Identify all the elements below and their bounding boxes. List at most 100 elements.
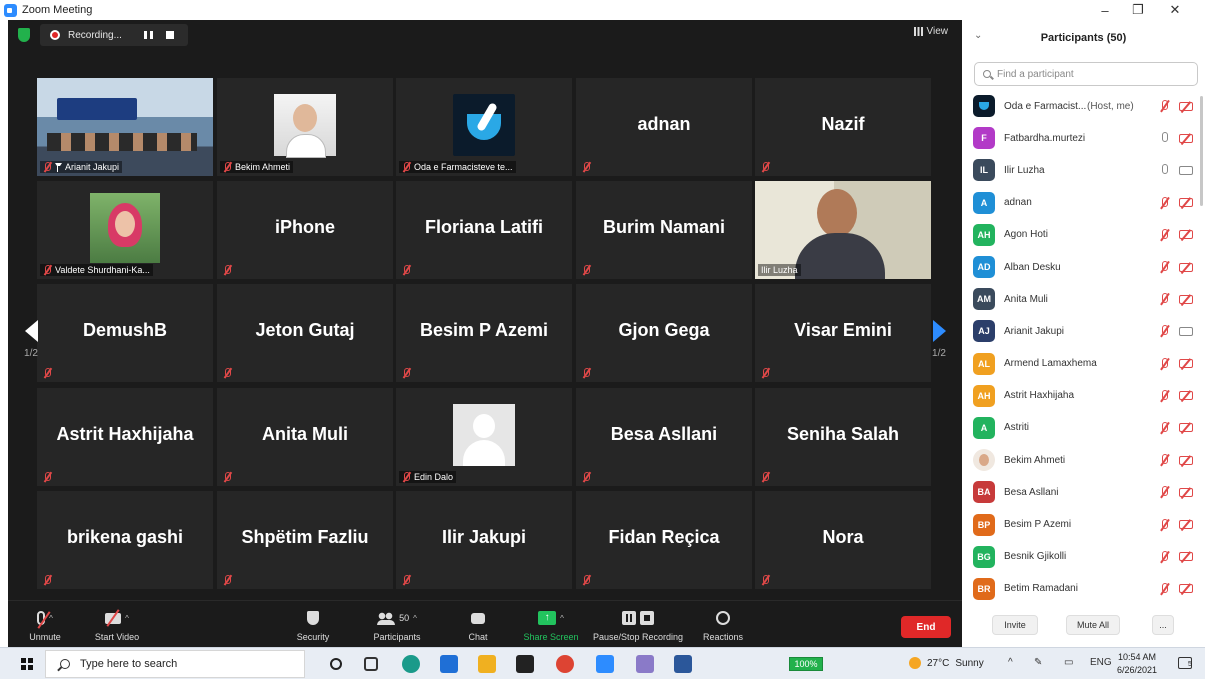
mail-icon[interactable] — [440, 655, 458, 673]
participants-scrollbar[interactable] — [1200, 96, 1203, 206]
video-off-icon[interactable] — [1179, 584, 1193, 594]
chevron-up-icon[interactable]: ^ — [125, 614, 129, 623]
video-off-icon[interactable] — [1179, 359, 1193, 369]
system-clock[interactable]: 10:54 AM 6/26/2021 — [1117, 651, 1157, 677]
video-off-icon[interactable] — [1179, 552, 1193, 562]
unmute-button[interactable]: ^ Unmute — [20, 607, 70, 647]
video-off-icon[interactable] — [1179, 294, 1193, 304]
participant-row[interactable]: AH Agon Hoti — [962, 219, 1205, 251]
weather-widget[interactable]: 27°C Sunny — [909, 657, 984, 669]
mute-all-button[interactable]: Mute All — [1066, 615, 1120, 635]
start-video-button[interactable]: ^ Start Video — [86, 607, 148, 647]
video-tile[interactable]: DemushB — [37, 284, 213, 382]
participant-row[interactable]: BG Besnik Gjikolli — [962, 541, 1205, 573]
edge-browser-icon[interactable] — [402, 655, 420, 673]
video-tile[interactable]: Floriana Latifi — [396, 181, 572, 279]
taskbar-search-input[interactable] — [80, 658, 280, 670]
microphone-muted-icon[interactable] — [1161, 196, 1169, 209]
battery-indicator[interactable]: 100% — [789, 657, 823, 671]
participant-row[interactable]: AL Armend Lamaxhema — [962, 348, 1205, 380]
video-tile[interactable]: Valdete Shurdhani-Ka... — [37, 181, 213, 279]
tray-chevron-up-icon[interactable]: ^ — [1008, 657, 1013, 668]
video-tile[interactable]: iPhone — [217, 181, 393, 279]
participant-row[interactable]: BP Besim P Azemi — [962, 508, 1205, 540]
pause-stop-recording-button[interactable]: Pause/Stop Recording — [588, 607, 688, 647]
video-tile[interactable]: brikena gashi — [37, 491, 213, 589]
reactions-button[interactable]: Reactions — [700, 607, 746, 647]
microphone-muted-icon[interactable] — [1161, 421, 1169, 434]
video-tile[interactable]: Burim Namani — [576, 181, 752, 279]
video-icon[interactable] — [1179, 326, 1193, 336]
participants-button[interactable]: 50 ^ Participants — [368, 607, 426, 647]
participant-row[interactable]: AD Alban Desku — [962, 251, 1205, 283]
video-off-icon[interactable] — [1179, 133, 1193, 143]
participant-row[interactable]: F Fatbardha.murtezi — [962, 122, 1205, 154]
close-button[interactable]: ✕ — [1160, 0, 1190, 20]
view-button[interactable]: View — [913, 26, 948, 37]
participant-row[interactable]: Bekim Ahmeti — [962, 444, 1205, 476]
language-indicator[interactable]: ENG — [1090, 657, 1112, 668]
chevron-down-icon[interactable]: ⌄ — [974, 30, 982, 41]
video-tile[interactable]: Fidan Reçica — [576, 491, 752, 589]
video-tile[interactable]: Ilir Jakupi — [396, 491, 572, 589]
next-page-button[interactable]: 1/2 — [924, 300, 954, 370]
video-off-icon[interactable] — [1179, 262, 1193, 272]
video-tile[interactable]: Gjon Gega — [576, 284, 752, 382]
video-tile[interactable]: Besim P Azemi — [396, 284, 572, 382]
microphone-muted-icon[interactable] — [1161, 486, 1169, 498]
windows-start-icon[interactable] — [21, 658, 33, 670]
video-off-icon[interactable] — [1179, 391, 1193, 401]
invite-button[interactable]: Invite — [992, 615, 1038, 635]
microphone-muted-icon[interactable] — [1161, 550, 1169, 563]
taskbar-search-box[interactable] — [45, 650, 305, 678]
store-icon[interactable] — [516, 655, 534, 673]
microphone-muted-icon[interactable] — [1161, 293, 1169, 305]
microphone-muted-icon[interactable] — [1161, 261, 1169, 273]
video-off-icon[interactable] — [1179, 455, 1193, 465]
video-tile[interactable]: Besa Asllani — [576, 388, 752, 486]
video-tile[interactable]: Astrit Haxhijaha — [37, 388, 213, 486]
video-tile[interactable]: Nazif — [755, 78, 931, 176]
task-view-icon[interactable] — [364, 657, 378, 671]
video-tile[interactable]: Jeton Gutaj — [217, 284, 393, 382]
share-screen-button[interactable]: ↑ ^ Share Screen — [516, 607, 586, 647]
video-tile[interactable]: Visar Emini — [755, 284, 931, 382]
stop-recording-icon[interactable] — [166, 31, 174, 39]
video-tile[interactable]: Bekim Ahmeti — [217, 78, 393, 176]
microphone-muted-icon[interactable] — [1161, 357, 1169, 370]
keyboard-icon[interactable]: ▭ — [1064, 657, 1073, 668]
video-off-icon[interactable] — [1179, 230, 1193, 240]
participant-row[interactable]: Aadnan — [962, 187, 1205, 219]
video-tile[interactable]: Seniha Salah — [755, 388, 931, 486]
minimize-button[interactable]: – — [1090, 0, 1120, 20]
video-off-icon[interactable] — [1179, 423, 1193, 433]
microphone-muted-icon[interactable] — [1161, 454, 1169, 466]
video-off-icon[interactable] — [1179, 520, 1193, 530]
participant-row[interactable]: AM Anita Muli — [962, 283, 1205, 315]
video-tile[interactable]: Ilir Luzha — [755, 181, 931, 279]
microphone-muted-icon[interactable] — [1161, 228, 1169, 241]
chrome-icon[interactable] — [556, 655, 574, 673]
restore-button[interactable]: ❐ — [1123, 0, 1153, 20]
video-off-icon[interactable] — [1179, 198, 1193, 208]
video-icon[interactable] — [1179, 165, 1193, 175]
microphone-icon[interactable] — [1161, 164, 1169, 176]
video-tile[interactable]: Edin Dalo — [396, 388, 572, 486]
participant-search-box[interactable] — [974, 62, 1198, 86]
participant-row[interactable]: Oda e Farmacist... (Host, me) — [962, 90, 1205, 122]
chevron-up-icon[interactable]: ^ — [49, 614, 53, 623]
chevron-up-icon[interactable]: ^ — [413, 614, 417, 623]
file-explorer-icon[interactable] — [478, 655, 496, 673]
encryption-shield-icon[interactable] — [18, 28, 30, 42]
end-meeting-button[interactable]: End — [901, 616, 951, 638]
participant-row[interactable]: BA Besa Asllani — [962, 476, 1205, 508]
chat-button[interactable]: Chat — [460, 607, 496, 647]
pen-icon[interactable]: ✎ — [1034, 657, 1042, 668]
participant-row[interactable]: IL Ilir Luzha — [962, 154, 1205, 186]
participant-row[interactable]: AH Astrit Haxhijaha — [962, 380, 1205, 412]
microphone-muted-icon[interactable] — [1161, 582, 1169, 595]
microphone-muted-icon[interactable] — [1161, 325, 1169, 337]
previous-page-button[interactable]: 1/2 — [16, 300, 46, 370]
more-options-button[interactable]: ... — [1152, 615, 1174, 635]
participant-row[interactable]: A Astriti — [962, 412, 1205, 444]
